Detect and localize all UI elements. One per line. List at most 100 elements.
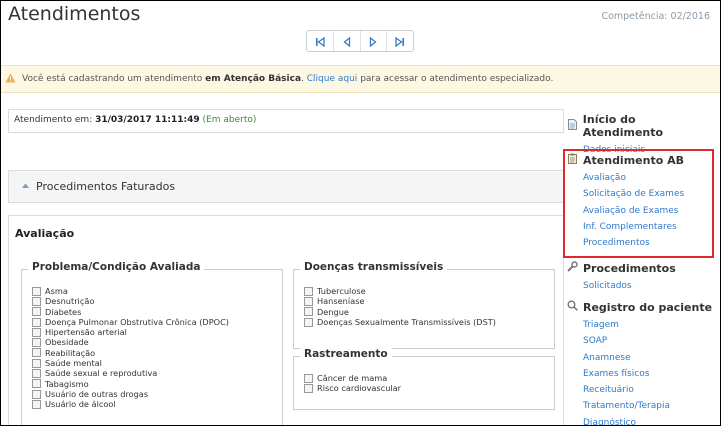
checkbox-item[interactable]: Tuberculose bbox=[304, 286, 496, 296]
nav-link-soap[interactable]: SOAP bbox=[583, 333, 717, 349]
checkbox-item[interactable]: Obesidade bbox=[32, 337, 229, 347]
rastreamento-fieldset: Rastreamento Câncer de mama Risco cardio… bbox=[293, 348, 555, 410]
caret-up-icon bbox=[21, 182, 30, 192]
checkbox-label: Dengue bbox=[317, 306, 349, 317]
checkbox[interactable] bbox=[32, 338, 41, 348]
checkbox-item[interactable]: Câncer de mama bbox=[304, 373, 401, 383]
avaliacao-title: Avaliação bbox=[15, 227, 75, 240]
nav-section-procedimentos: Procedimentos Solicitados bbox=[567, 261, 717, 294]
checkbox-item[interactable]: Saúde mental bbox=[32, 358, 229, 368]
next-page-icon bbox=[368, 32, 378, 51]
checkbox-item[interactable]: Risco cardiovascular bbox=[304, 383, 401, 393]
checkbox-item[interactable]: Usuário de álcool bbox=[32, 399, 229, 409]
nav-section-title: Procedimentos bbox=[567, 261, 717, 275]
checkbox[interactable] bbox=[32, 296, 41, 306]
nav-section-title: Registro do paciente bbox=[567, 300, 717, 314]
document-icon bbox=[567, 119, 578, 133]
checkbox-label: Obesidade bbox=[45, 337, 89, 348]
checkbox[interactable] bbox=[32, 389, 41, 399]
alert-text-bold: em Atenção Básica bbox=[205, 74, 302, 84]
checkbox-item[interactable]: Desnutrição bbox=[32, 296, 229, 306]
checkbox-item[interactable]: Saúde sexual e reprodutiva bbox=[32, 368, 229, 378]
alert-text-dot: . bbox=[301, 74, 304, 84]
checkbox[interactable] bbox=[304, 383, 313, 393]
checkbox-label: Câncer de mama bbox=[317, 373, 388, 383]
atendimento-info-card: Atendimento em: 31/03/2017 11:11:49 (Em … bbox=[8, 109, 564, 133]
checkbox-label: Doença Pulmonar Obstrutiva Crônica (DPOC… bbox=[45, 316, 229, 327]
checkbox-item[interactable]: Doenças Sexualmente Transmissíveis (DST) bbox=[304, 317, 496, 327]
checkbox-label: Reabilitação bbox=[45, 347, 96, 358]
checkbox[interactable] bbox=[32, 399, 41, 409]
alert-link[interactable]: Clique aqui bbox=[307, 74, 358, 84]
record-pager bbox=[306, 30, 414, 52]
checkbox[interactable] bbox=[32, 369, 41, 379]
highlight-box bbox=[563, 149, 714, 258]
checkbox-label: Usuário de álcool bbox=[45, 399, 116, 410]
checkbox-label: Saúde sexual e reprodutiva bbox=[45, 368, 158, 379]
checkbox-label: Desnutrição bbox=[45, 296, 95, 307]
alert-text-suffix: para acessar o atendimento especializado… bbox=[360, 74, 554, 84]
last-page-button[interactable] bbox=[387, 31, 413, 51]
avaliacao-panel: Avaliação Problema/Condição Avaliada Asm… bbox=[8, 215, 564, 425]
checkbox[interactable] bbox=[32, 348, 41, 358]
first-page-icon bbox=[315, 32, 325, 51]
prev-page-icon bbox=[342, 32, 352, 51]
nav-link-triagem[interactable]: Triagem bbox=[583, 317, 717, 333]
checkbox-label: Risco cardiovascular bbox=[317, 383, 402, 394]
procedimentos-faturados-title: Procedimentos Faturados bbox=[36, 180, 176, 193]
procedimentos-faturados-panel[interactable]: Procedimentos Faturados bbox=[8, 170, 564, 203]
first-page-button[interactable] bbox=[307, 31, 334, 51]
checkbox[interactable] bbox=[32, 286, 41, 296]
problema-list: Asma Desnutrição Diabetes Doença Pulmona… bbox=[32, 286, 229, 410]
doencas-fieldset: Doenças transmissíveis Tuberculose Hanse… bbox=[293, 261, 555, 349]
next-page-button[interactable] bbox=[361, 31, 388, 51]
checkbox[interactable] bbox=[304, 373, 313, 383]
alert-text-prefix: Você está cadastrando um atendimento bbox=[22, 74, 203, 84]
atendimento-label: Atendimento em: bbox=[14, 115, 96, 125]
last-page-icon bbox=[395, 32, 405, 51]
prev-page-button[interactable] bbox=[334, 31, 361, 51]
checkbox-label: Tabagismo bbox=[45, 378, 89, 389]
checkbox[interactable] bbox=[304, 286, 313, 296]
rastreamento-legend: Rastreamento bbox=[300, 348, 392, 360]
competencia-label: Competência: 02/2016 bbox=[601, 11, 710, 22]
nav-link-anamnese[interactable]: Anamnese bbox=[583, 350, 717, 366]
checkbox[interactable] bbox=[32, 317, 41, 327]
checkbox[interactable] bbox=[32, 358, 41, 368]
checkbox-item[interactable]: Hipertensão arterial bbox=[32, 327, 229, 337]
checkbox-item[interactable]: Diabetes bbox=[32, 307, 229, 317]
checkbox-label: Diabetes bbox=[45, 306, 82, 317]
nav-link-receituario[interactable]: Receituário bbox=[583, 382, 717, 398]
nav-link-exames-fisicos[interactable]: Exames físicos bbox=[583, 366, 717, 382]
nav-link-tratamento-terapia[interactable]: Tratamento/Terapia bbox=[583, 398, 717, 414]
problema-fieldset: Problema/Condição Avaliada Asma Desnutri… bbox=[21, 261, 283, 425]
checkbox-label: Asma bbox=[45, 286, 68, 296]
checkbox-item[interactable]: Dengue bbox=[304, 307, 496, 317]
checkbox-label: Usuário de outras drogas bbox=[45, 388, 149, 399]
nav-section-registro: Registro do paciente Triagem SOAP Anamne… bbox=[567, 300, 717, 425]
info-alert: Você está cadastrando um atendimento em … bbox=[1, 65, 720, 93]
checkbox-item[interactable]: Usuário de outras drogas bbox=[32, 389, 229, 399]
checkbox-item[interactable]: Reabilitação bbox=[32, 348, 229, 358]
checkbox[interactable] bbox=[32, 327, 41, 337]
checkbox[interactable] bbox=[32, 379, 41, 389]
atendimento-status: (Em aberto) bbox=[202, 115, 257, 125]
doencas-list: Tuberculose Hanseníase Dengue Doenças Se… bbox=[304, 286, 496, 327]
checkbox[interactable] bbox=[304, 317, 313, 327]
checkbox-item[interactable]: Tabagismo bbox=[32, 379, 229, 389]
atendimento-info: Atendimento em: 31/03/2017 11:11:49 (Em … bbox=[14, 115, 256, 125]
checkbox-item[interactable]: Doença Pulmonar Obstrutiva Crônica (DPOC… bbox=[32, 317, 229, 327]
checkbox-label: Saúde mental bbox=[45, 358, 102, 369]
search-icon bbox=[567, 300, 578, 314]
checkbox-item[interactable]: Asma bbox=[32, 286, 229, 296]
nav-link-diagnostico[interactable]: Diagnóstico bbox=[583, 415, 717, 425]
checkbox-item[interactable]: Hanseníase bbox=[304, 296, 496, 306]
checkbox[interactable] bbox=[304, 307, 313, 317]
nav-section-title: Início do Atendimento bbox=[567, 113, 717, 139]
page-title: Atendimentos bbox=[8, 3, 141, 25]
nav-link-solicitados[interactable]: Solicitados bbox=[583, 278, 717, 294]
problema-legend: Problema/Condição Avaliada bbox=[28, 261, 205, 273]
checkbox[interactable] bbox=[304, 296, 313, 306]
checkbox[interactable] bbox=[32, 307, 41, 317]
page-frame: Atendimentos Competência: 02/2016 Você e… bbox=[0, 0, 721, 426]
